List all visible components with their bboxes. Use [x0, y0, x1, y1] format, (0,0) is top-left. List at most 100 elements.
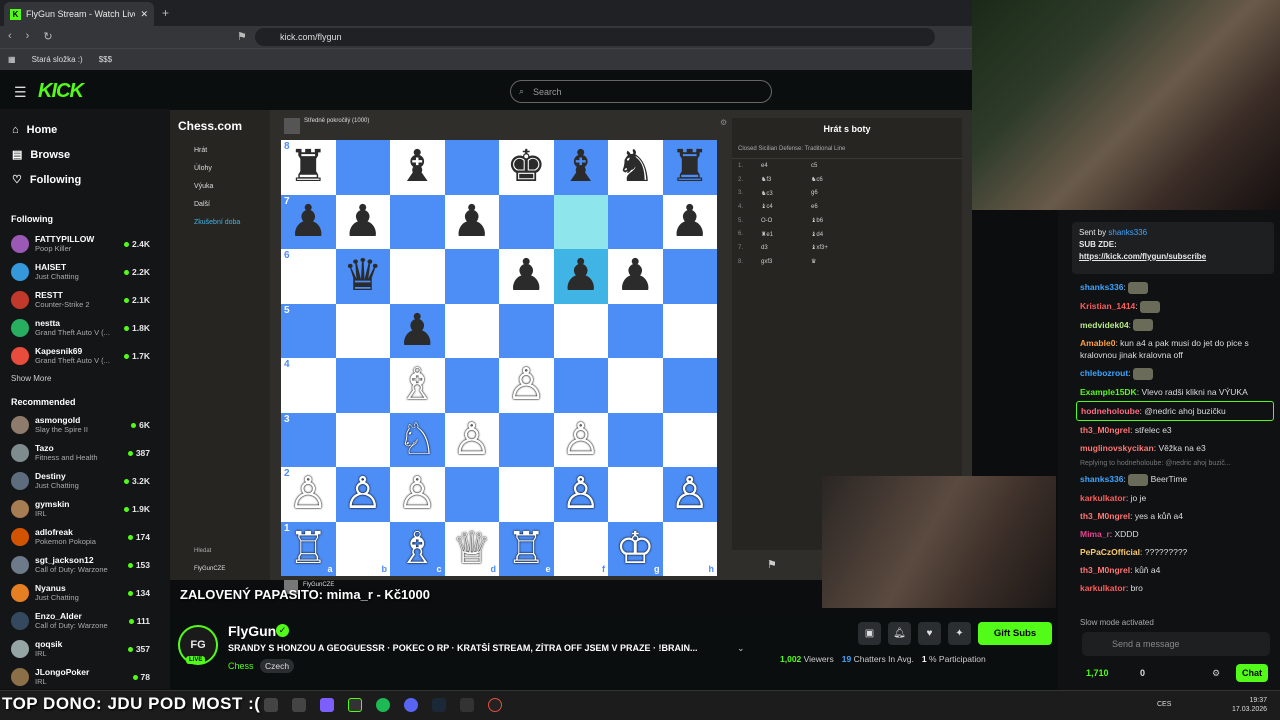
- board-square[interactable]: f: [553, 521, 608, 576]
- board-square[interactable]: [553, 303, 608, 358]
- chess-piece[interactable]: ♜: [289, 145, 328, 189]
- chess-piece[interactable]: ♖: [289, 526, 328, 571]
- board-square[interactable]: [444, 140, 499, 195]
- channel-item[interactable]: Enzo_Alder Call of Duty: Warzone 111: [0, 607, 170, 635]
- new-tab-button[interactable]: +: [162, 6, 169, 20]
- board-square[interactable]: [608, 303, 663, 358]
- back-icon[interactable]: ‹: [8, 30, 12, 43]
- board-square[interactable]: ♟: [608, 249, 663, 304]
- board-square[interactable]: ♟: [390, 303, 445, 358]
- chess-piece[interactable]: ♗: [398, 526, 437, 571]
- nav-browse[interactable]: ▤ Browse: [0, 142, 170, 167]
- move-row[interactable]: 7. d3 ♝xf3+: [732, 241, 962, 255]
- board-square[interactable]: ♟ 7: [281, 194, 336, 249]
- taskbar-app-8-icon[interactable]: [460, 698, 474, 712]
- chess-piece[interactable]: ♟: [670, 199, 709, 244]
- chess-piece[interactable]: ♙: [561, 472, 600, 516]
- board-square[interactable]: ♟: [444, 194, 499, 249]
- board-square[interactable]: ♖ 1 a: [281, 521, 336, 576]
- board-square[interactable]: [662, 303, 717, 358]
- chess-piece[interactable]: ♙: [507, 363, 546, 407]
- chess-piece[interactable]: ♘: [398, 417, 437, 462]
- channel-item[interactable]: RESTT Counter-Strike 2 2.1K: [0, 286, 170, 314]
- board-square[interactable]: ♟: [553, 249, 608, 304]
- taskbar-app-4-icon[interactable]: [348, 698, 362, 712]
- chess-piece[interactable]: ♙: [289, 472, 328, 516]
- gift-subs-button[interactable]: Gift Subs: [978, 622, 1052, 645]
- clock[interactable]: 19:37 17.03.2026: [1232, 696, 1267, 714]
- chess-piece[interactable]: ♞: [616, 145, 655, 189]
- chat-username[interactable]: Mima_r: [1080, 529, 1110, 539]
- show-more-link[interactable]: Show More: [0, 374, 170, 383]
- board-square[interactable]: [499, 467, 554, 522]
- channel-item[interactable]: adlofreak Pokemon Pokopia 174: [0, 523, 170, 551]
- pinned-user[interactable]: shanks336: [1108, 228, 1147, 237]
- chess-piece[interactable]: ♟: [616, 254, 655, 298]
- theatre-icon[interactable]: ▣: [858, 622, 881, 645]
- language-tag[interactable]: Czech: [260, 659, 295, 673]
- board-square[interactable]: ♙ 2: [281, 467, 336, 522]
- chess-piece[interactable]: ♔: [616, 526, 655, 571]
- points-balance[interactable]: 0: [1140, 668, 1145, 678]
- board-square[interactable]: ♝: [553, 140, 608, 195]
- chess-piece[interactable]: ♝: [561, 145, 600, 189]
- board-square[interactable]: 4: [281, 358, 336, 413]
- kicks-balance[interactable]: 1,710: [1086, 668, 1109, 678]
- board-square[interactable]: [444, 249, 499, 304]
- board-square[interactable]: ♙: [499, 358, 554, 413]
- taskbar-app-2-icon[interactable]: [292, 698, 306, 712]
- board-square[interactable]: [390, 194, 445, 249]
- chesscom-user[interactable]: FlyGunCZE: [194, 566, 225, 572]
- bell-icon[interactable]: 🔔︎: [888, 622, 911, 645]
- nav-home[interactable]: ⌂ Home: [0, 117, 170, 142]
- board-square[interactable]: [444, 303, 499, 358]
- close-tab-icon[interactable]: ✕: [140, 9, 148, 20]
- chat-username[interactable]: PePaCzOfficial: [1080, 547, 1140, 557]
- pinned-link[interactable]: https://kick.com/flygun/subscribe: [1079, 251, 1267, 263]
- board-square[interactable]: ♝: [390, 140, 445, 195]
- chess-piece[interactable]: ♙: [561, 417, 600, 462]
- reload-icon[interactable]: ↻: [43, 30, 52, 43]
- forward-icon[interactable]: ›: [26, 30, 30, 43]
- chat-username[interactable]: Amable0: [1080, 338, 1115, 348]
- nav-following[interactable]: ♡ Following: [0, 167, 170, 192]
- board-square[interactable]: [608, 412, 663, 467]
- channel-item[interactable]: nestta Grand Theft Auto V (... 1.8K: [0, 314, 170, 342]
- chat-username[interactable]: karkulkator: [1080, 493, 1126, 503]
- board-square[interactable]: [499, 194, 554, 249]
- board-square[interactable]: ♞: [608, 140, 663, 195]
- channel-item[interactable]: qoqsik IRL 357: [0, 635, 170, 663]
- channel-item[interactable]: FATTYPILLOW Poop Killer 2.4K: [0, 230, 170, 258]
- board-square[interactable]: [499, 303, 554, 358]
- board-square[interactable]: [335, 303, 390, 358]
- board-square[interactable]: [553, 194, 608, 249]
- bookmark-icon[interactable]: ⚑: [237, 30, 247, 43]
- board-square[interactable]: [335, 358, 390, 413]
- chess-piece[interactable]: ♖: [507, 526, 546, 571]
- move-row[interactable]: 3. ♞c3 g6: [732, 186, 962, 200]
- board-square[interactable]: ♛: [335, 249, 390, 304]
- chess-piece[interactable]: ♝: [398, 145, 437, 189]
- board-square[interactable]: [444, 467, 499, 522]
- board-square[interactable]: 5: [281, 303, 336, 358]
- board-square[interactable]: ♙: [553, 412, 608, 467]
- board-square[interactable]: [608, 194, 663, 249]
- board-square[interactable]: ♕ d: [444, 521, 499, 576]
- chess-piece[interactable]: ♟: [398, 308, 437, 353]
- chat-input[interactable]: Send a message: [1082, 632, 1270, 656]
- board-square[interactable]: [335, 140, 390, 195]
- move-row[interactable]: 4. ♝c4 e6: [732, 200, 962, 214]
- chat-username[interactable]: shanks336: [1080, 282, 1123, 292]
- chat-username[interactable]: Example15DK: [1080, 387, 1137, 397]
- board-square[interactable]: ♖ e: [499, 521, 554, 576]
- chess-piece[interactable]: ♟: [343, 199, 382, 244]
- chesscom-logo[interactable]: Chess.com: [170, 110, 270, 142]
- chess-piece[interactable]: ♜: [670, 145, 709, 189]
- expand-title-icon[interactable]: ⌄: [737, 643, 745, 654]
- chat-username[interactable]: chlebozrout: [1080, 368, 1128, 378]
- menu-icon[interactable]: ☰: [14, 84, 27, 101]
- board-square[interactable]: [662, 358, 717, 413]
- board-square[interactable]: [444, 358, 499, 413]
- channel-item[interactable]: sgt_jackson12 Call of Duty: Warzone 153: [0, 551, 170, 579]
- channel-name[interactable]: FlyGun: [228, 623, 276, 639]
